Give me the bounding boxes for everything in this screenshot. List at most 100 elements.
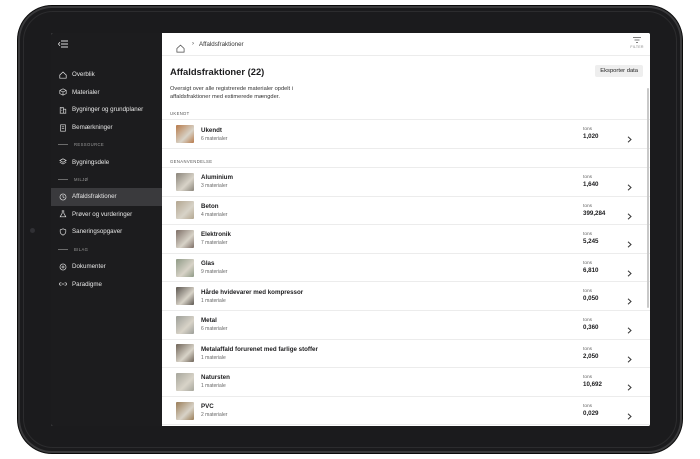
building-icon — [58, 105, 67, 114]
chevron-right-icon[interactable] — [627, 378, 632, 391]
page-title: Affaldsfraktioner (22) — [170, 66, 265, 77]
table-row[interactable]: PVC 2 materialer tons 0,029 — [162, 397, 650, 426]
quantity-value: 2,050 — [583, 352, 599, 360]
material-thumbnail — [176, 172, 194, 191]
export-data-button[interactable]: Eksporter data — [595, 65, 643, 77]
quantity-value: 0,029 — [583, 409, 599, 417]
quantity-unit: tons — [583, 375, 593, 381]
filter-button[interactable]: FILTER — [628, 37, 646, 49]
quantity: tons 1,640 — [583, 175, 598, 188]
chevron-right-icon[interactable] — [627, 321, 632, 334]
quantity-value: 6,810 — [583, 266, 599, 274]
sidebar-item-affaldsfraktioner[interactable]: Affaldsfraktioner — [51, 187, 162, 206]
quantity-value: 399,284 — [583, 209, 606, 217]
chevron-right-icon[interactable] — [627, 350, 632, 363]
chevron-right-icon[interactable] — [627, 292, 632, 305]
chevron-right-icon[interactable] — [627, 264, 632, 277]
app-screen: Overblik Materialer Bygninger og grundplan… — [51, 33, 650, 426]
table-row[interactable]: Glas 9 materialer tons 6,810 — [162, 254, 650, 283]
collapse-sidebar-icon[interactable] — [57, 40, 68, 48]
quantity-value: 10,692 — [583, 381, 602, 389]
sidebar-item-proever-og-vurderinger[interactable]: Prøver og vurderinger — [51, 206, 162, 224]
sidebar-item-overblik[interactable]: Overblik — [51, 66, 162, 84]
chevron-right-icon[interactable] — [627, 407, 632, 420]
table-row[interactable]: Metal 6 materialer tons 0,360 — [162, 311, 650, 340]
table-row[interactable]: Ukendt 6 materialer tons 1,020 — [162, 120, 650, 149]
group-label: GENANVENDELSE — [162, 157, 650, 168]
sidebar-item-label: Materialer — [72, 88, 100, 96]
sidebar: Overblik Materialer Bygninger og grundplan… — [51, 33, 162, 426]
quantity: tons 1,020 — [583, 127, 598, 140]
chevron-right-icon[interactable] — [627, 235, 632, 248]
table-row[interactable]: Beton 4 materialer tons 399,284 — [162, 197, 650, 226]
sidebar-item-paradigme[interactable]: Paradigme — [51, 275, 162, 293]
home-icon — [58, 70, 67, 79]
sidebar-item-bygningsdele[interactable]: Bygningsdele — [51, 153, 162, 171]
recycle-icon — [58, 192, 67, 201]
chevron-right-icon[interactable] — [627, 130, 632, 143]
sidebar-item-materialer[interactable]: Materialer — [51, 84, 162, 102]
section-miljo: MILJØ — [51, 171, 162, 188]
quantity-value: 5,245 — [583, 238, 599, 246]
material-thumbnail — [176, 258, 194, 277]
scrollbar[interactable] — [647, 88, 649, 308]
quantity: tons 399,284 — [583, 204, 605, 217]
quantity: tons 0,029 — [583, 404, 598, 417]
shield-icon — [58, 227, 67, 236]
table-row[interactable]: Hårde hvidevarer med kompressor 1 materia… — [162, 282, 650, 311]
fraction-list: UKENDT Ukendt 6 materialer tons 1,020 GENANVE… — [162, 109, 650, 426]
quantity-value: 0,360 — [583, 323, 599, 331]
quantity: tons 5,245 — [583, 232, 598, 245]
quantity-unit: tons — [583, 403, 593, 409]
sidebar-item-label: Prøver og vurderinger — [72, 210, 133, 218]
group-label: UKENDT — [162, 109, 650, 121]
quantity-unit: tons — [583, 260, 593, 266]
page-description: Oversigt over alle registrerede material… — [170, 86, 293, 101]
sidebar-item-saneringsopgaver[interactable]: Saneringsopgaver — [51, 223, 162, 241]
sidebar-item-label: Bygningsdele — [72, 158, 110, 166]
table-row[interactable]: Aluminium 3 materialer tons 1,640 — [162, 168, 650, 197]
sidebar-item-label: Dokumenter — [72, 263, 106, 271]
material-thumbnail — [176, 372, 194, 391]
material-thumbnail — [176, 229, 194, 248]
layers-icon — [58, 158, 67, 167]
quantity-unit: tons — [583, 317, 593, 323]
sidebar-item-label: Overblik — [72, 71, 95, 79]
breadcrumb-separator-icon: › — [192, 41, 194, 47]
table-row[interactable]: Natursten 1 materiale tons 10,692 — [162, 368, 650, 397]
table-row[interactable]: Elektronik 7 materialer tons 5,245 — [162, 225, 650, 254]
table-row[interactable]: Metalaffald forurenet med farlige stoffe… — [162, 340, 650, 369]
main-content: › Affaldsfraktioner FILTER Affaldsfrakti… — [162, 33, 650, 426]
chevron-right-icon[interactable] — [627, 207, 632, 220]
home-breadcrumb-icon[interactable] — [176, 40, 185, 52]
quantity-value: 1,640 — [583, 181, 599, 188]
quantity-unit: tons — [583, 127, 593, 133]
flask-icon — [58, 210, 67, 219]
quantity: tons 2,050 — [583, 347, 598, 360]
link-icon — [58, 280, 67, 289]
material-thumbnail — [176, 125, 194, 144]
camera-dot — [30, 228, 35, 233]
sidebar-item-label: Paradigme — [72, 280, 102, 288]
sidebar-nav: Overblik Materialer Bygninger og grundplan… — [51, 66, 162, 293]
filter-label: FILTER — [630, 45, 644, 49]
quantity: tons 6,810 — [583, 261, 598, 274]
page-header: Affaldsfraktioner (22) Eksporter data Ov… — [162, 56, 650, 101]
quantity-unit: tons — [583, 203, 593, 209]
sidebar-item-dokumenter[interactable]: Dokumenter — [51, 258, 162, 276]
sidebar-item-bemaerkninger[interactable]: Bemærkninger — [51, 119, 162, 137]
quantity-value: 1,020 — [583, 133, 599, 141]
filter-icon — [633, 37, 641, 43]
quantity-unit: tons — [583, 175, 593, 180]
material-thumbnail — [176, 315, 194, 334]
cube-icon — [58, 88, 67, 97]
section-bilag: BILAG — [51, 241, 162, 258]
chevron-right-icon[interactable] — [627, 178, 632, 191]
quantity: tons 10,692 — [583, 375, 602, 388]
quantity-value: 0,050 — [583, 295, 599, 303]
quantity-unit: tons — [583, 346, 593, 352]
section-ressource: RESSOURCE — [51, 136, 162, 153]
material-thumbnail — [176, 287, 194, 306]
sidebar-item-bygninger-og-grundplaner[interactable]: Bygninger og grundplaner — [51, 101, 162, 119]
breadcrumb-current: Affaldsfraktioner — [199, 40, 244, 48]
